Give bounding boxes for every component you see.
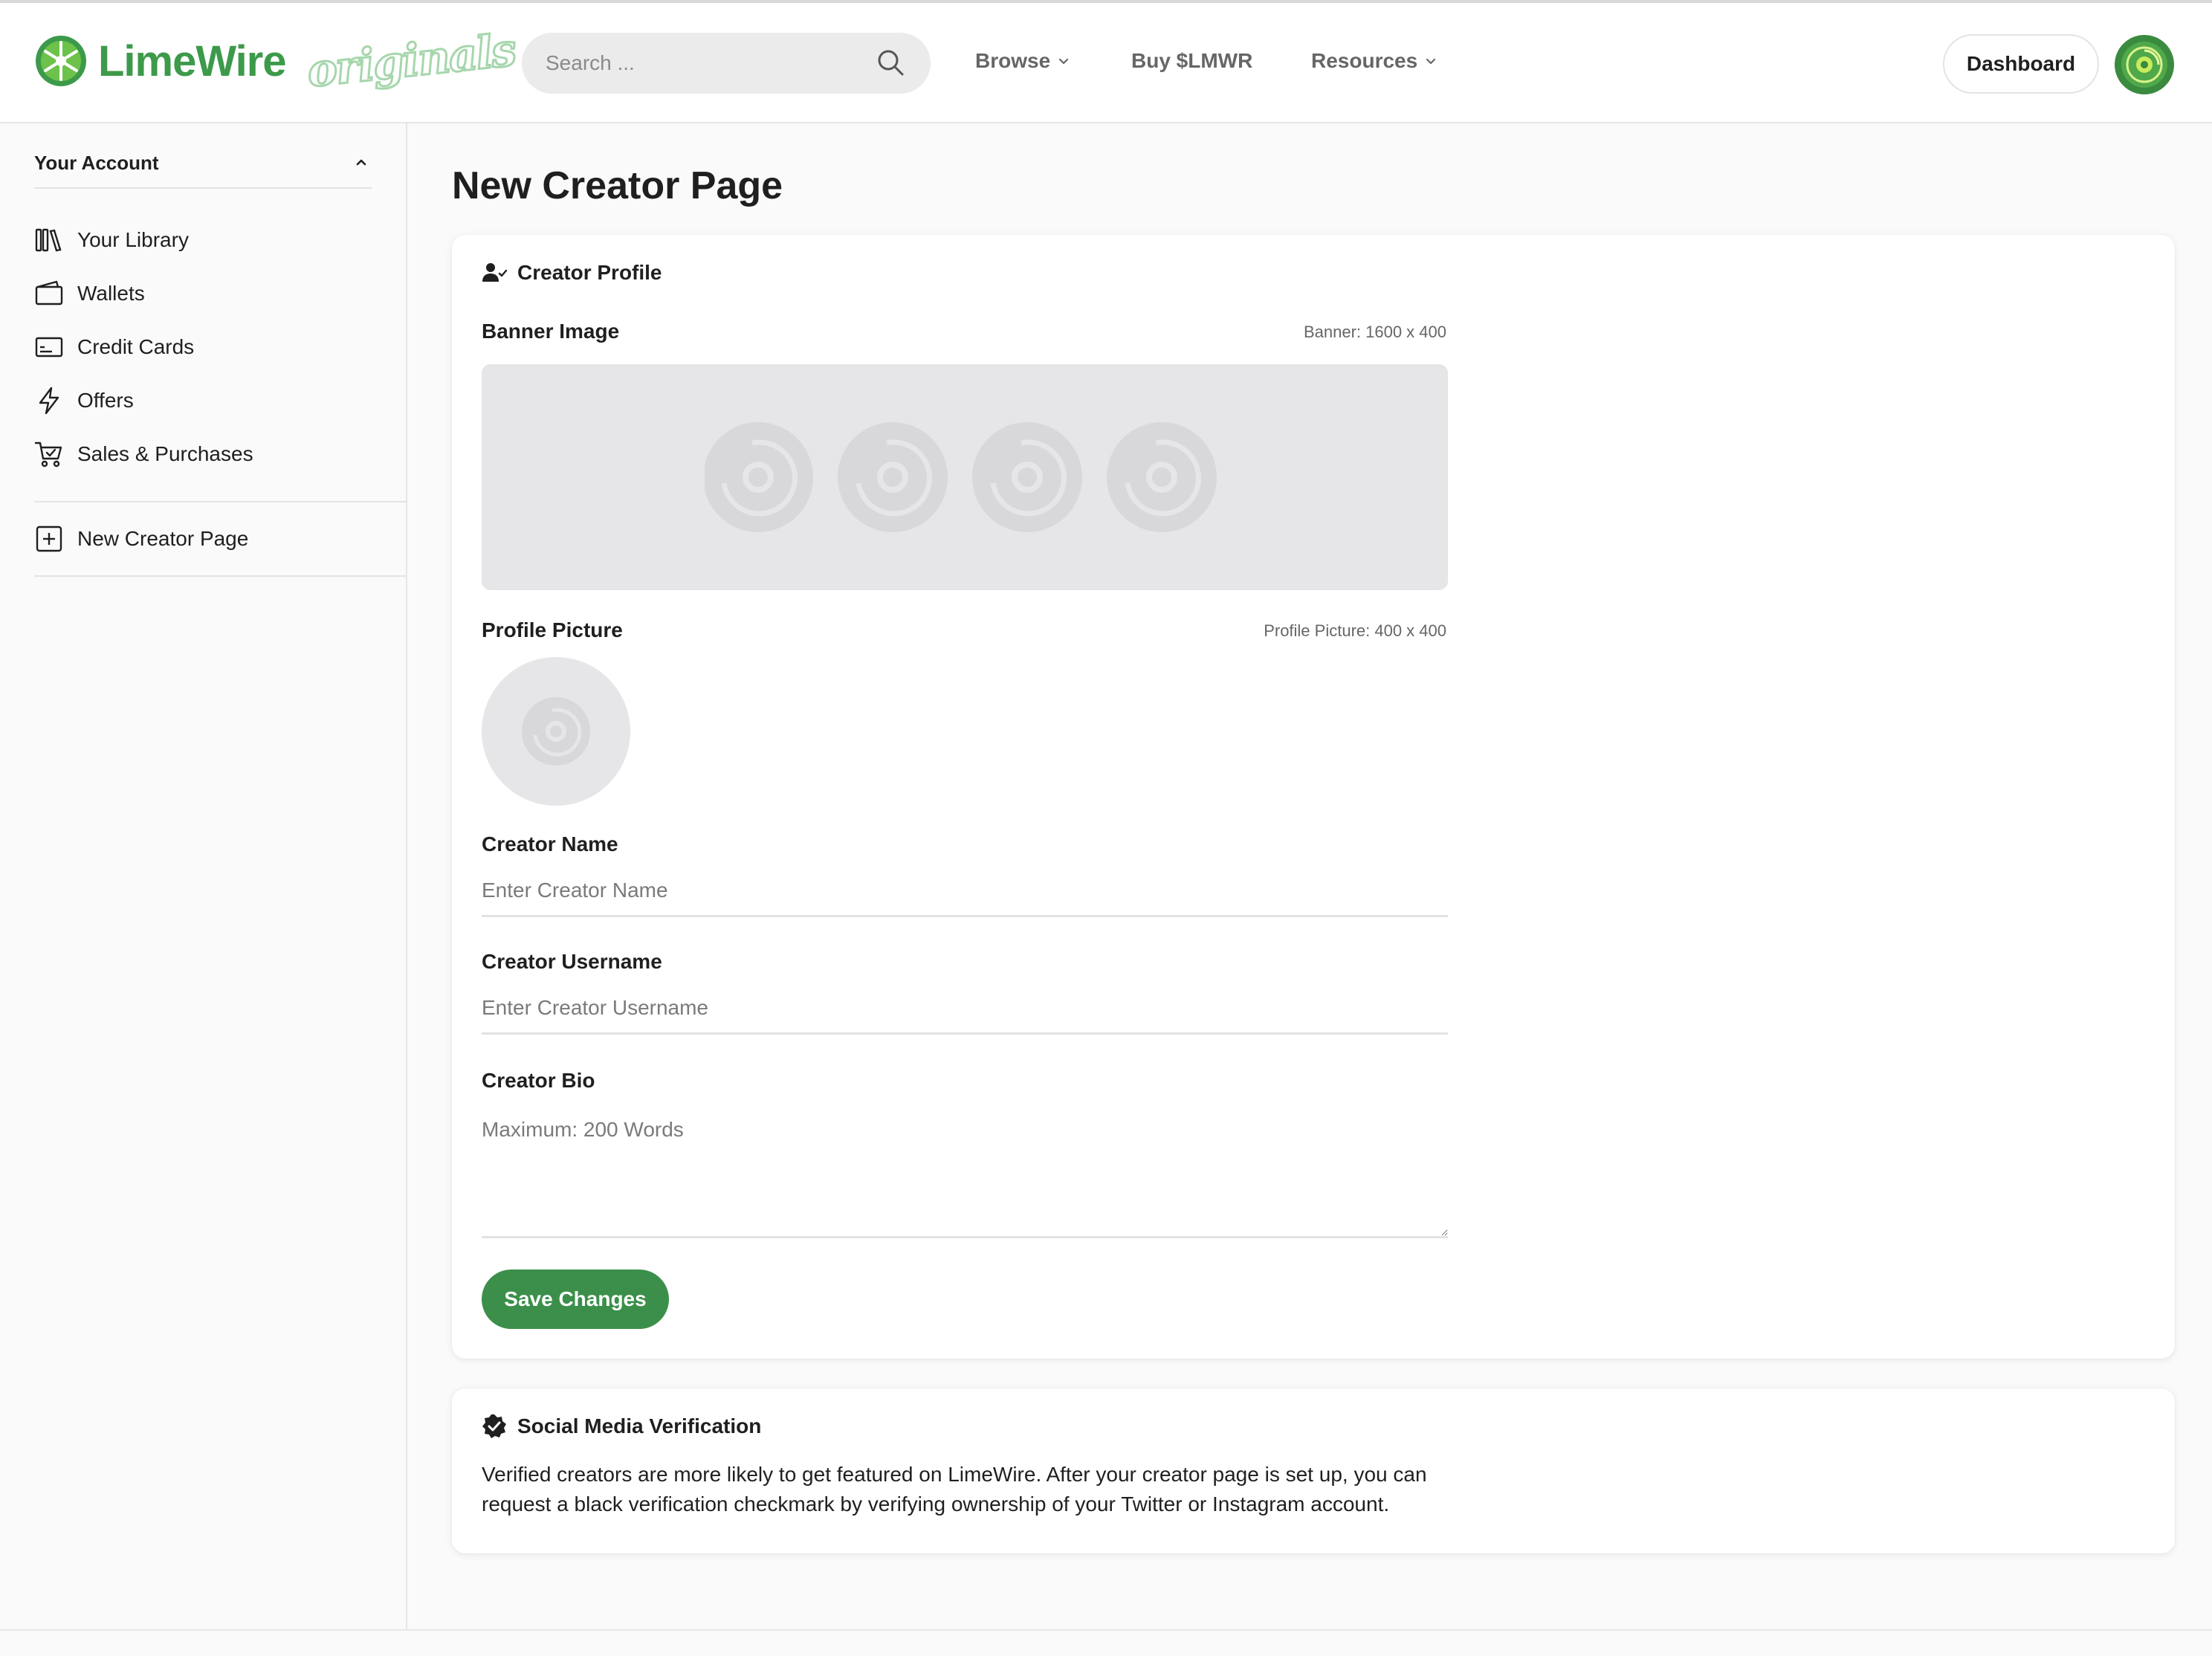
banner-image-label: Banner Image — [482, 320, 620, 343]
creator-username-label: Creator Username — [482, 950, 662, 973]
account-sidebar: Your Account Your Library Wallets Credit… — [0, 123, 407, 1629]
creator-username-input[interactable] — [482, 983, 1448, 1035]
social-verification-card: Social Media Verification Verified creat… — [452, 1388, 2175, 1553]
search-input[interactable] — [546, 33, 865, 94]
banner-size-hint: Banner: 1600 x 400 — [1303, 323, 1446, 341]
creator-profile-heading-text: Creator Profile — [517, 261, 662, 284]
sidebar-divider — [34, 501, 407, 502]
social-verification-heading-text: Social Media Verification — [517, 1414, 762, 1437]
sidebar-divider — [34, 575, 407, 577]
creator-bio-textarea[interactable] — [482, 1102, 1448, 1238]
brand-tagline: originals — [303, 23, 518, 99]
plus-square-icon — [36, 525, 62, 552]
profile-picture-label: Profile Picture — [482, 618, 623, 641]
sidebar-item-label: Sales & Purchases — [77, 442, 253, 465]
search-bar — [522, 33, 931, 94]
avatar[interactable] — [2114, 34, 2175, 95]
nav-buy-lmwr[interactable]: Buy $LMWR — [1131, 49, 1252, 73]
sidebar-item-new-creator-page[interactable]: New Creator Page — [34, 520, 248, 557]
sidebar-item-label: Offers — [77, 389, 134, 412]
sidebar-item-label: Wallets — [77, 282, 145, 305]
creator-name-input[interactable] — [482, 865, 1448, 917]
sidebar-item-credit-cards[interactable]: Credit Cards — [34, 329, 194, 366]
save-changes-button[interactable]: Save Changes — [482, 1270, 669, 1329]
creator-profile-card: Creator Profile Banner Image Banner: 160… — [452, 235, 2175, 1359]
sidebar-item-label: Credit Cards — [77, 335, 195, 358]
nav-buy-lmwr-label: Buy $LMWR — [1131, 49, 1253, 72]
limewire-logo[interactable]: LimeWire originals — [34, 23, 518, 99]
chevron-down-icon — [1426, 58, 1436, 65]
page-title: New Creator Page — [452, 164, 783, 207]
creator-profile-heading: Creator Profile — [482, 260, 662, 285]
sidebar-item-sales-purchases[interactable]: Sales & Purchases — [34, 436, 253, 473]
bottom-border — [0, 1629, 2212, 1631]
social-verification-heading: Social Media Verification — [482, 1414, 761, 1439]
lightning-icon — [39, 386, 59, 415]
dashboard-button[interactable]: Dashboard — [1943, 34, 2099, 94]
nav-resources-label: Resources — [1311, 49, 1418, 72]
nav-browse[interactable]: Browse — [975, 49, 1070, 73]
disc-placeholder-icons — [705, 422, 1217, 532]
banner-image-upload[interactable] — [482, 364, 1448, 590]
chevron-down-icon — [1059, 58, 1069, 65]
limewire-logo-icon — [36, 36, 86, 86]
app-root: LimeWire originals Browse Buy $LMWR Reso… — [0, 0, 2212, 1656]
sidebar-item-wallets[interactable]: Wallets — [34, 275, 145, 312]
library-icon — [35, 228, 62, 252]
sidebar-item-label: Your Library — [77, 228, 189, 251]
chevron-up-icon — [356, 159, 366, 166]
verified-badge-icon — [482, 1414, 506, 1438]
cart-icon — [34, 442, 62, 468]
brand-name: LimeWire — [98, 36, 287, 85]
profile-picture-size-hint: Profile Picture: 400 x 400 — [1264, 621, 1446, 640]
wallet-icon — [35, 280, 63, 305]
user-check-icon — [482, 263, 507, 282]
credit-card-icon — [35, 337, 63, 358]
top-header: LimeWire originals Browse Buy $LMWR Reso… — [0, 3, 2212, 123]
nav-browse-label: Browse — [975, 49, 1051, 72]
creator-bio-label: Creator Bio — [482, 1069, 595, 1092]
social-verification-description: Verified creators are more likely to get… — [482, 1463, 1427, 1516]
profile-picture-upload[interactable] — [482, 657, 630, 806]
creator-name-label: Creator Name — [482, 832, 618, 856]
sidebar-item-offers[interactable]: Offers — [34, 382, 134, 419]
sidebar-item-label: New Creator Page — [77, 527, 249, 550]
search-icon[interactable] — [876, 48, 905, 77]
account-section-toggle[interactable]: Your Account — [34, 143, 372, 189]
sidebar-item-library[interactable]: Your Library — [34, 221, 189, 259]
account-section-title: Your Account — [34, 152, 159, 174]
nav-resources[interactable]: Resources — [1311, 49, 1437, 73]
